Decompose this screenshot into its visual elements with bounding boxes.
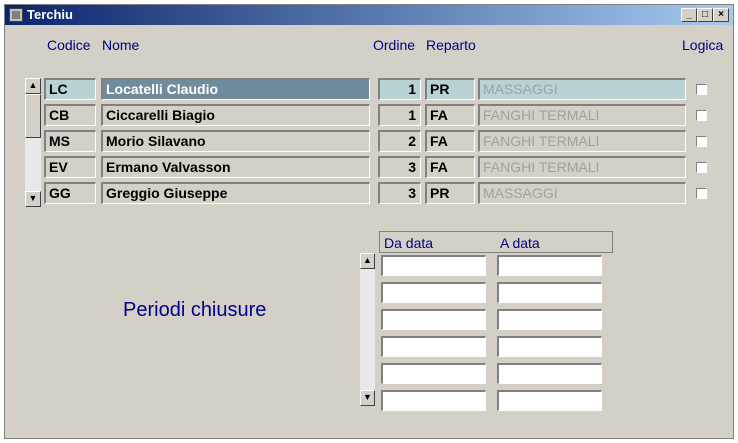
column-header-nome: Nome [102,37,140,53]
nome-field[interactable]: Ermano Valvasson [101,156,370,178]
scroll-up-icon[interactable]: ▲ [25,78,41,94]
ordine-field[interactable]: 1 [378,104,421,126]
reparto-description-field[interactable]: MASSAGGI [478,182,686,204]
logica-checkbox[interactable] [696,84,707,95]
codice-field[interactable]: CB [44,104,96,126]
logica-checkbox[interactable] [696,136,707,147]
reparto-description-field[interactable]: FANGHI TERMALI [478,130,686,152]
a-data-input[interactable] [497,282,602,303]
ordine-field[interactable]: 3 [378,156,421,178]
logica-checkbox[interactable] [696,110,707,121]
da-data-input[interactable] [381,390,486,411]
terchiu-window: Terchiu _ □ × Codice Nome Ordine Reparto… [4,4,734,439]
reparto-field[interactable]: FA [425,104,475,126]
scroll-down-icon[interactable]: ▼ [360,390,375,406]
ordine-field[interactable]: 1 [378,78,421,100]
logica-checkbox[interactable] [696,162,707,173]
reparto-field[interactable]: FA [425,156,475,178]
window-title: Terchiu [27,7,73,22]
periodi-chiusure-label: Periodi chiusure [123,299,267,321]
reparto-description-field[interactable]: FANGHI TERMALI [478,104,686,126]
reparto-field[interactable]: PR [425,182,475,204]
date-columns-header: Da data A data [379,231,613,253]
column-header-reparto: Reparto [426,37,476,53]
nome-field[interactable]: Locatelli Claudio [101,78,370,100]
da-data-input[interactable] [381,255,486,276]
periods-scrollbar[interactable]: ▲ ▼ [360,253,375,406]
ordine-field[interactable]: 2 [378,130,421,152]
logica-checkbox[interactable] [696,188,707,199]
scroll-thumb[interactable] [25,94,41,138]
maximize-button[interactable]: □ [697,8,713,22]
a-data-input[interactable] [497,390,602,411]
codice-field[interactable]: GG [44,182,96,204]
column-header-ordine: Ordine [373,37,416,53]
codice-field[interactable]: MS [44,130,96,152]
reparto-description-field[interactable]: MASSAGGI [478,78,686,100]
da-data-input[interactable] [381,336,486,357]
scroll-down-icon[interactable]: ▼ [25,191,41,207]
minimize-button[interactable]: _ [681,8,697,22]
records-scrollbar[interactable]: ▲ ▼ [25,78,41,207]
reparto-field[interactable]: FA [425,130,475,152]
nome-field[interactable]: Morio Silavano [101,130,370,152]
a-data-input[interactable] [497,363,602,384]
nome-field[interactable]: Greggio Giuseppe [101,182,370,204]
codice-field[interactable]: LC [44,78,96,100]
da-data-input[interactable] [381,309,486,330]
a-data-input[interactable] [497,255,602,276]
a-data-input[interactable] [497,309,602,330]
app-icon [9,8,23,22]
close-button[interactable]: × [713,8,729,22]
column-header-codice: Codice [47,37,91,53]
title-bar[interactable]: Terchiu _ □ × [5,5,733,25]
ordine-field[interactable]: 3 [378,182,421,204]
nome-field[interactable]: Ciccarelli Biagio [101,104,370,126]
column-header-da-data: Da data [384,235,434,251]
column-header-a-data: A data [500,235,540,251]
reparto-description-field[interactable]: FANGHI TERMALI [478,156,686,178]
da-data-input[interactable] [381,363,486,384]
reparto-field[interactable]: PR [425,78,475,100]
column-header-logica: Logica [682,37,724,53]
scroll-up-icon[interactable]: ▲ [360,253,375,269]
a-data-input[interactable] [497,336,602,357]
codice-field[interactable]: EV [44,156,96,178]
da-data-input[interactable] [381,282,486,303]
